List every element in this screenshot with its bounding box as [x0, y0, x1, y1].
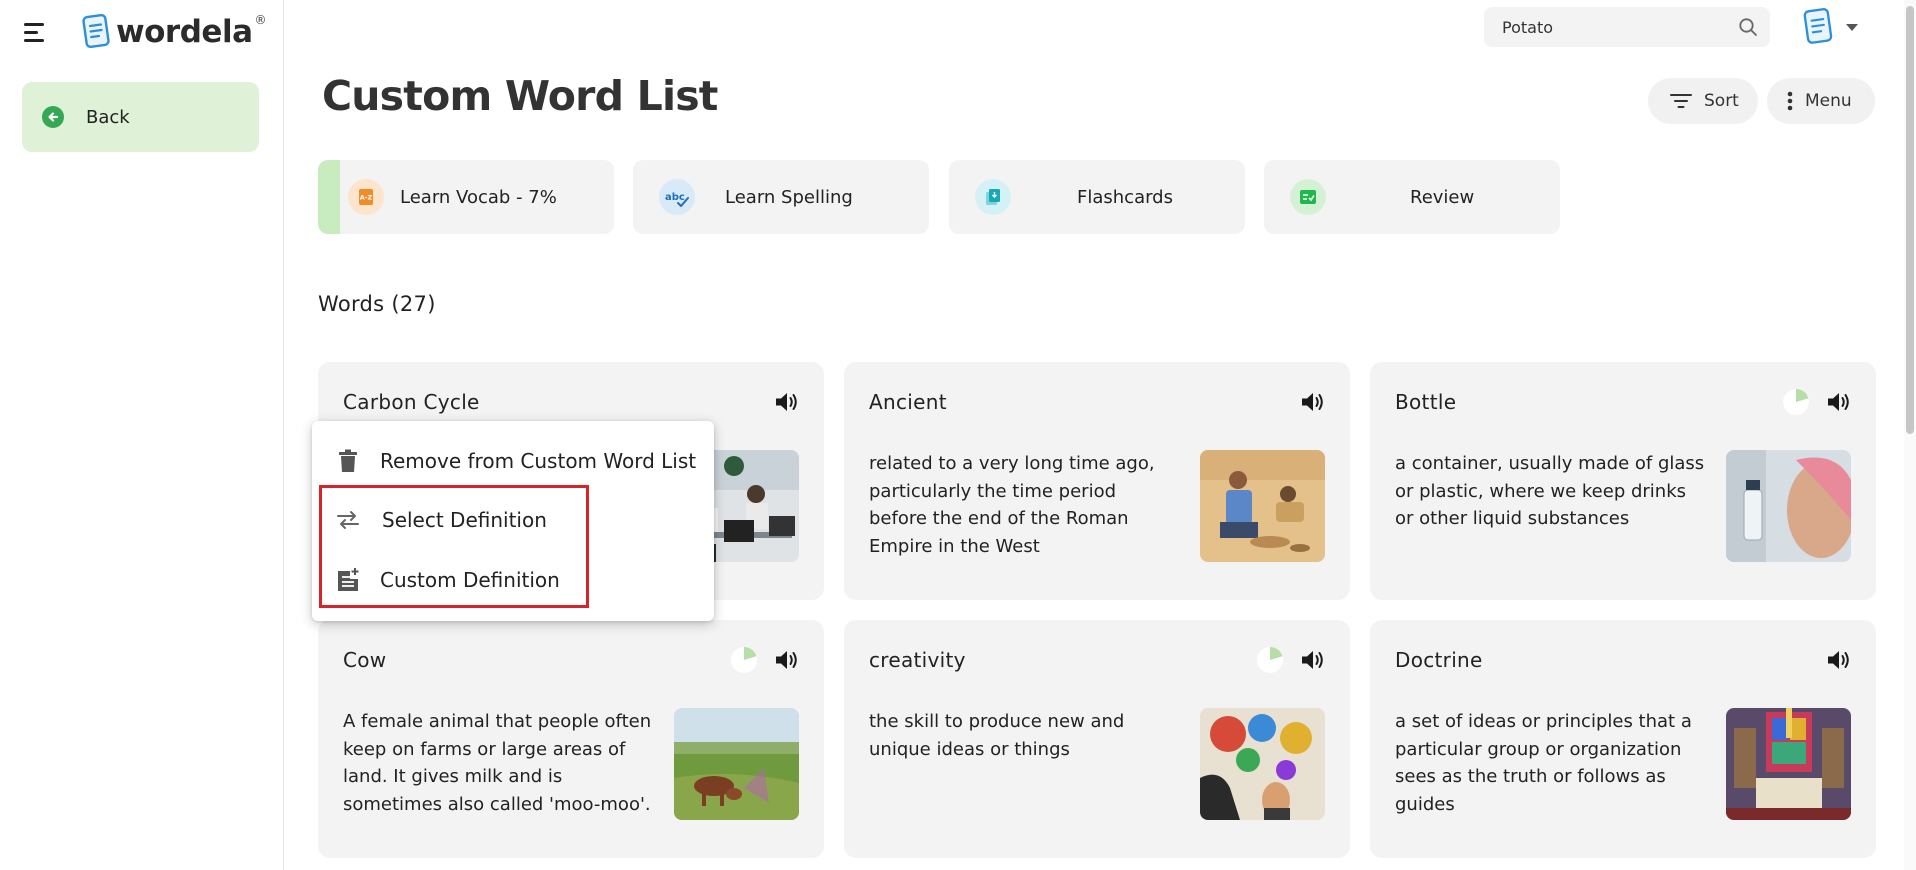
word-card[interactable]: Ancient related to a very long time ago,…: [844, 362, 1350, 600]
search-input[interactable]: [1502, 17, 1738, 37]
spelling-abc-icon: abc: [659, 179, 695, 215]
page-title: Custom Word List: [322, 72, 718, 120]
word-title: Bottle: [1395, 390, 1457, 414]
vocab-book-icon: A-Z: [348, 179, 384, 215]
remove-from-list-menu-item[interactable]: Remove from Custom Word List: [312, 435, 714, 487]
sort-button[interactable]: Sort: [1648, 78, 1758, 124]
word-image: [674, 708, 799, 820]
sort-filter-icon: [1670, 94, 1692, 108]
speaker-icon[interactable]: [772, 646, 800, 674]
mode-learn-spelling[interactable]: abc Learn Spelling: [633, 160, 929, 234]
search-icon[interactable]: [1738, 17, 1758, 37]
word-card[interactable]: creativity the skill to produce new and …: [844, 620, 1350, 858]
word-image: [1726, 450, 1851, 562]
word-definition: the skill to produce new and unique idea…: [869, 711, 1125, 760]
back-arrow-icon: [42, 106, 64, 128]
word-definition: a set of ideas or principles that a part…: [1395, 711, 1692, 815]
mode-flashcards[interactable]: Flashcards: [949, 160, 1245, 234]
mode-label: Learn Vocab - 7%: [400, 186, 557, 208]
progress-pie-icon: [1783, 389, 1809, 415]
more-vertical-icon: [1787, 91, 1793, 111]
post-add-icon: [334, 566, 362, 594]
sidebar: wordela ® Back: [0, 0, 284, 870]
svg-text:abc: abc: [665, 192, 685, 203]
menu-button[interactable]: Menu: [1767, 78, 1875, 124]
trash-icon: [334, 447, 362, 475]
speaker-icon[interactable]: [1824, 388, 1852, 416]
logo-notebook-icon: [82, 14, 110, 49]
scrollbar-thumb[interactable]: [1906, 6, 1914, 434]
word-title: Doctrine: [1395, 648, 1483, 672]
speaker-icon[interactable]: [1298, 388, 1326, 416]
word-title: Ancient: [869, 390, 947, 414]
menu-item-label: Select Definition: [382, 508, 547, 532]
word-title: creativity: [869, 648, 966, 672]
review-icon: [1290, 179, 1326, 215]
custom-definition-menu-item[interactable]: Custom Definition: [312, 554, 714, 606]
word-image: [1726, 708, 1851, 820]
back-button[interactable]: Back: [22, 82, 259, 152]
mode-label: Learn Spelling: [725, 186, 853, 208]
svg-text:A-Z: A-Z: [360, 194, 373, 202]
sort-label: Sort: [1704, 91, 1739, 111]
avatar-notebook-icon: [1803, 8, 1833, 44]
word-context-menu: Remove from Custom Word List Select Defi…: [312, 421, 714, 621]
word-card[interactable]: Cow A female animal that people often ke…: [318, 620, 824, 858]
word-image: [1200, 708, 1325, 820]
mode-label: Flashcards: [1077, 186, 1173, 208]
mode-review[interactable]: Review: [1264, 160, 1560, 234]
brand-name: wordela: [116, 14, 253, 50]
word-title: Carbon Cycle: [343, 390, 480, 414]
menu-item-label: Remove from Custom Word List: [380, 449, 697, 473]
mode-learn-vocab[interactable]: A-Z Learn Vocab - 7%: [318, 160, 614, 234]
speaker-icon[interactable]: [772, 388, 800, 416]
word-definition: related to a very long time ago, particu…: [869, 453, 1155, 557]
swap-arrows-icon: [334, 506, 362, 534]
back-label: Back: [86, 106, 130, 128]
page-scrollbar[interactable]: [1904, 0, 1916, 870]
menu-label: Menu: [1805, 91, 1852, 111]
registered-mark: ®: [254, 13, 267, 27]
speaker-icon[interactable]: [1298, 646, 1326, 674]
chevron-down-icon: [1846, 23, 1858, 31]
words-heading: Words (27): [318, 292, 436, 316]
search-box: [1484, 7, 1770, 47]
menu-item-label: Custom Definition: [380, 568, 560, 592]
speaker-icon[interactable]: [1824, 646, 1852, 674]
progress-pie-icon: [731, 647, 757, 673]
logo[interactable]: wordela ®: [82, 12, 266, 52]
progress-pie-icon: [1257, 647, 1283, 673]
mode-label: Review: [1410, 186, 1475, 208]
hamburger-menu-icon[interactable]: [24, 22, 48, 42]
word-title: Cow: [343, 648, 387, 672]
select-definition-menu-item[interactable]: Select Definition: [312, 494, 714, 546]
word-card[interactable]: Bottle a container, usually made of glas…: [1370, 362, 1876, 600]
flashcards-icon: [975, 179, 1011, 215]
word-card[interactable]: Doctrine a set of ideas or principles th…: [1370, 620, 1876, 858]
word-image: [1200, 450, 1325, 562]
account-menu[interactable]: [1802, 8, 1858, 46]
word-definition: a container, usually made of glass or pl…: [1395, 453, 1705, 529]
word-definition: A female animal that people often keep o…: [343, 711, 652, 815]
vocab-progress-strip: [318, 160, 340, 234]
